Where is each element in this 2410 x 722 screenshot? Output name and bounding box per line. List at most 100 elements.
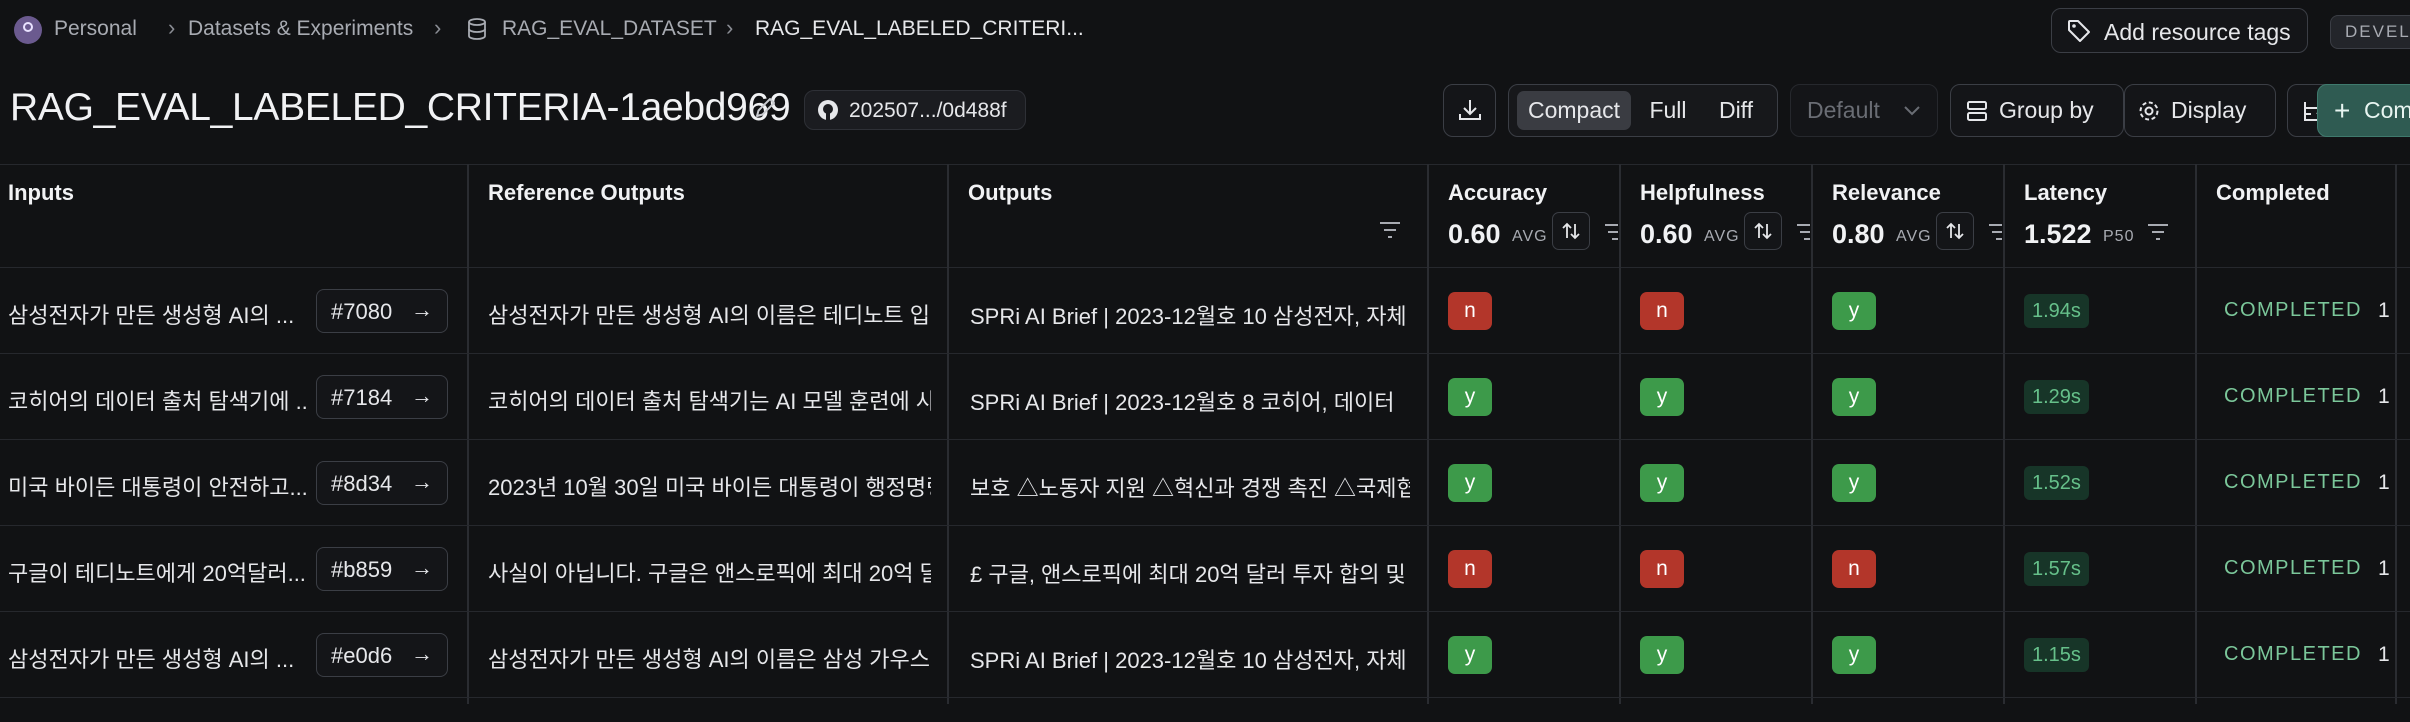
reference-output-cell: 삼성전자가 만든 생성형 AI의 이름은 테디노트 입니 <box>488 303 931 328</box>
page-title: RAG_EVAL_LABELED_CRITERIA-1aebd969 <box>10 86 791 129</box>
sort-icon <box>1754 222 1772 240</box>
helpfulness-score-badge[interactable]: y <box>1640 378 1684 416</box>
input-cell: 구글이 테디노트에게 20억달러... <box>8 561 306 586</box>
breadcrumb-dataset[interactable]: RAG_EVAL_DATASET <box>502 17 717 41</box>
table-row[interactable]: 구글이 테디노트에게 20억달러... #b859 → 사실이 아닙니다. 구글… <box>0 526 2410 612</box>
relevance-score-badge[interactable]: y <box>1832 464 1876 502</box>
add-resource-tags-button[interactable]: Add resource tags <box>2051 8 2308 53</box>
relevance-score-badge[interactable]: y <box>1832 636 1876 674</box>
input-cell: 코히어의 데이터 출처 탐색기에 ... <box>8 389 308 414</box>
output-cell: SPRi AI Brief | 2023-12월호 8 코히어, 데이터 <box>970 390 1395 415</box>
reference-output-cell: 코히어의 데이터 출처 탐색기는 AI 모델 훈련에 사용 <box>488 389 931 414</box>
relevance-score-badge[interactable]: n <box>1832 550 1876 588</box>
example-id-button[interactable]: #b859 → <box>316 547 448 591</box>
accuracy-score-badge[interactable]: y <box>1448 636 1492 674</box>
filter-icon[interactable] <box>1988 222 2002 242</box>
column-header-helpfulness[interactable]: Helpfulness <box>1640 180 1765 206</box>
column-header-accuracy[interactable]: Accuracy <box>1448 180 1547 206</box>
output-cell: SPRi AI Brief | 2023-12월호 10 삼성전자, 자체 <box>970 648 1407 673</box>
relevance-sort-button[interactable] <box>1936 212 1974 250</box>
helpfulness-avg-value: 0.60 <box>1640 219 1693 249</box>
pencil-icon[interactable] <box>752 94 780 122</box>
accuracy-score-badge[interactable]: y <box>1448 464 1492 502</box>
helpfulness-score-badge[interactable]: n <box>1640 550 1684 588</box>
filter-icon[interactable] <box>1378 220 1402 240</box>
example-id: #8d34 <box>331 471 393 496</box>
latency-p50-value: 1.522 <box>2024 219 2092 249</box>
commit-link[interactable]: 202507.../0d488f <box>804 90 1026 130</box>
breadcrumb-workspace[interactable]: Personal <box>54 17 137 41</box>
example-id-button[interactable]: #7080 → <box>316 289 448 333</box>
column-header-reference-outputs[interactable]: Reference Outputs <box>488 180 685 206</box>
tag-icon <box>2068 20 2090 42</box>
view-diff-button[interactable]: Diff <box>1705 91 1767 130</box>
view-compact-button[interactable]: Compact <box>1517 91 1631 130</box>
column-header-outputs[interactable]: Outputs <box>968 180 1052 206</box>
status-badge: COMPLETED <box>2224 471 2362 493</box>
accuracy-score-badge[interactable]: n <box>1448 292 1492 330</box>
example-id-button[interactable]: #e0d6 → <box>316 633 448 677</box>
column-header-relevance[interactable]: Relevance <box>1832 180 1941 206</box>
display-button[interactable]: Display <box>2124 84 2276 137</box>
download-button[interactable] <box>1443 84 1496 137</box>
accuracy-score-badge[interactable]: y <box>1448 378 1492 416</box>
output-cell: 보호 △노동자 지원 △혁신과 경쟁 촉진 △국제협력 <box>970 476 1410 501</box>
arrow-right-icon: → <box>411 555 433 580</box>
group-by-button[interactable]: Group by <box>1950 84 2124 137</box>
latency-p50-unit: P50 <box>2103 228 2135 245</box>
helpfulness-score-badge[interactable]: y <box>1640 636 1684 674</box>
output-cell: £ 구글, 앤스로픽에 최대 20억 달러 투자 합의 및 클 <box>970 562 1410 587</box>
helpfulness-avg-unit: AVG <box>1704 228 1740 245</box>
compare-label: Com <box>2364 97 2410 123</box>
compare-button[interactable]: + Com <box>2317 84 2410 137</box>
relevance-score-badge[interactable]: y <box>1832 292 1876 330</box>
sort-icon <box>1946 222 1964 240</box>
chevron-down-icon <box>1904 106 1920 116</box>
table-row[interactable]: 미국 바이든 대통령이 안전하고... #8d34 → 2023년 10월 30… <box>0 440 2410 526</box>
example-id-button[interactable]: #8d34 → <box>316 461 448 505</box>
table-row[interactable]: 코히어의 데이터 출처 탐색기에 ... #7184 → 코히어의 데이터 출처… <box>0 354 2410 440</box>
input-cell: 미국 바이든 대통령이 안전하고... <box>8 475 308 500</box>
relevance-score-badge[interactable]: y <box>1832 378 1876 416</box>
output-cell: SPRi AI Brief | 2023-12월호 10 삼성전자, 자체 <box>970 304 1407 329</box>
column-header-latency[interactable]: Latency <box>2024 180 2107 206</box>
breadcrumb-section[interactable]: Datasets & Experiments <box>188 17 413 41</box>
top-bar: Personal › Datasets & Experiments › RAG_… <box>0 0 2410 60</box>
example-id: #7184 <box>331 385 393 410</box>
filter-icon[interactable] <box>1796 222 1810 242</box>
status-badge: COMPLETED <box>2224 299 2362 321</box>
reference-output-cell: 삼성전자가 만든 생성형 AI의 이름은 삼성 가우스 입 <box>488 647 931 672</box>
add-resource-tags-label: Add resource tags <box>2104 19 2291 45</box>
latency-badge: 1.15s <box>2024 638 2089 672</box>
chevron-right-icon: › <box>726 15 734 40</box>
accuracy-avg-unit: AVG <box>1512 228 1548 245</box>
accuracy-sort-button[interactable] <box>1552 212 1590 250</box>
example-id-button[interactable]: #7184 → <box>316 375 448 419</box>
table-row[interactable]: 삼성전자가 만든 생성형 AI의 ... #e0d6 → 삼성전자가 만든 생성… <box>0 612 2410 698</box>
table-row[interactable]: 삼성전자가 만든 생성형 AI의 ... #7080 → 삼성전자가 만든 생성… <box>0 268 2410 354</box>
reference-output-cell: 2023년 10월 30일 미국 바이든 대통령이 행정명령 <box>488 475 931 500</box>
arrow-right-icon: → <box>411 383 433 408</box>
chevron-right-icon: › <box>168 15 176 40</box>
default-select[interactable]: Default <box>1790 84 1938 137</box>
arrow-right-icon: → <box>411 297 433 322</box>
avatar-icon[interactable] <box>14 16 42 44</box>
default-select-label: Default <box>1807 97 1880 123</box>
group-by-label: Group by <box>1999 97 2094 123</box>
breadcrumb-current: RAG_EVAL_LABELED_CRITERI... <box>755 17 1084 40</box>
helpfulness-score-badge[interactable]: y <box>1640 464 1684 502</box>
helpfulness-sort-button[interactable] <box>1744 212 1782 250</box>
filter-icon[interactable] <box>1604 222 1618 242</box>
column-header-completed[interactable]: Completed <box>2216 180 2330 206</box>
accuracy-score-badge[interactable]: n <box>1448 550 1492 588</box>
filter-icon[interactable] <box>2146 222 2170 242</box>
completed-count: 1 <box>2378 299 2390 322</box>
input-cell: 삼성전자가 만든 생성형 AI의 ... <box>8 647 295 672</box>
status-badge: COMPLETED <box>2224 643 2362 665</box>
helpfulness-score-badge[interactable]: n <box>1640 292 1684 330</box>
view-full-button[interactable]: Full <box>1635 91 1701 130</box>
completed-count: 1 <box>2378 557 2390 580</box>
completed-count: 1 <box>2378 471 2390 494</box>
column-header-inputs[interactable]: Inputs <box>8 180 74 206</box>
gear-icon <box>2139 101 2159 121</box>
